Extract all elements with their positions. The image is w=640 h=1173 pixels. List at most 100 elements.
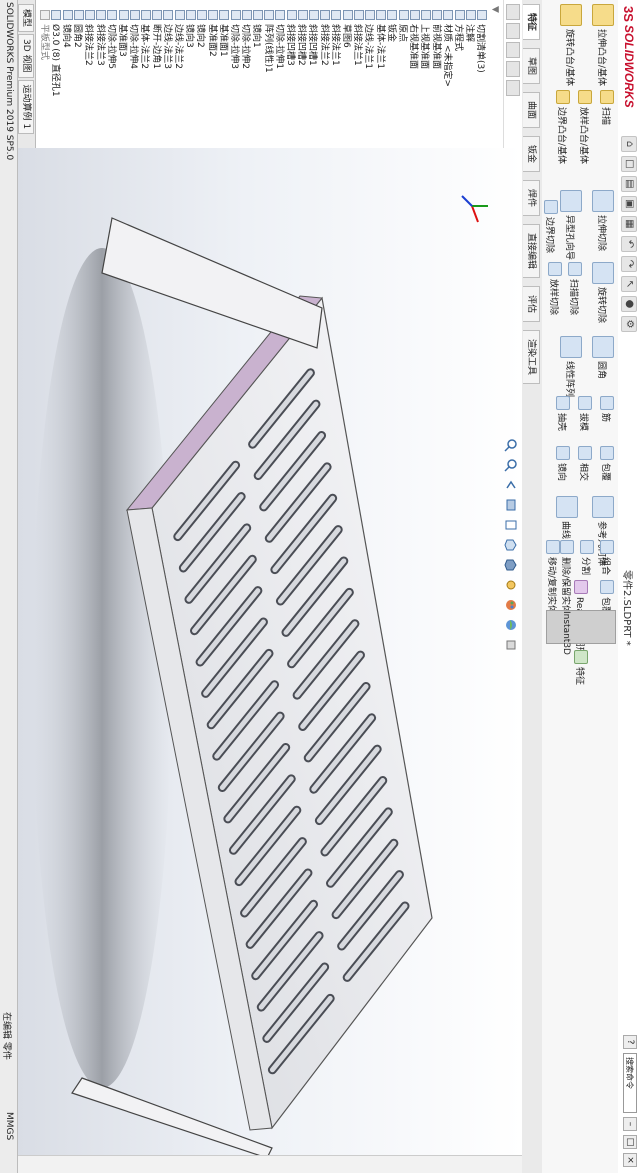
save-icon[interactable]: ▣ bbox=[621, 196, 637, 212]
draft-button[interactable]: 拔模 bbox=[578, 396, 592, 431]
tab-motion-study[interactable]: 运动算例 1 bbox=[18, 79, 34, 135]
intersect-button[interactable]: 相交 bbox=[578, 446, 592, 481]
tab-3d-views[interactable]: 3D 视图 bbox=[18, 34, 34, 78]
tab-sketch[interactable]: 草图 bbox=[523, 48, 540, 85]
tree-node[interactable]: 注解 bbox=[464, 10, 477, 42]
tree-node[interactable]: 镜向3 bbox=[184, 10, 197, 48]
move-copy-body-button[interactable]: 移动/复制实体 bbox=[546, 540, 560, 614]
rebuild-icon[interactable]: ● bbox=[621, 296, 637, 312]
tree-node[interactable]: 切除-拉伸2 bbox=[240, 10, 253, 69]
linear-pattern-button[interactable]: 线性阵列 bbox=[560, 336, 582, 397]
instant3d-button[interactable]: Instant3D bbox=[546, 610, 616, 655]
hole-wizard-button[interactable]: 异型孔向导 bbox=[560, 190, 582, 260]
tree-node[interactable]: 右视基准面 bbox=[408, 10, 421, 69]
tree-node[interactable]: 基准面1 bbox=[218, 10, 230, 57]
graphics-area[interactable]: ⤢ ↻ bbox=[18, 148, 522, 1173]
sweep-button[interactable]: 扫描 bbox=[600, 90, 614, 125]
home-icon[interactable]: ⌂ bbox=[621, 136, 637, 152]
tree-node[interactable]: 斜接凹槽3 bbox=[285, 10, 298, 66]
wrap-button[interactable]: 包覆 bbox=[600, 446, 614, 481]
mirror-button[interactable]: 镜向 bbox=[556, 446, 570, 481]
tab-direct-editing[interactable]: 直接编辑 bbox=[523, 224, 540, 279]
fillet-button[interactable]: 圆角 bbox=[592, 336, 614, 379]
boundary-cut-button[interactable]: 边界切除 bbox=[544, 200, 558, 253]
rib-button[interactable]: 筋 bbox=[600, 396, 614, 422]
tree-node[interactable]: 上视基准面 bbox=[420, 10, 432, 69]
shell-button[interactable]: 抽壳 bbox=[556, 396, 570, 431]
select-icon[interactable]: ↖ bbox=[621, 276, 637, 292]
tree-node[interactable]: 方程式 bbox=[453, 10, 466, 51]
combine-button[interactable]: 组合 bbox=[600, 540, 614, 575]
redo-icon[interactable]: ↷ bbox=[621, 256, 637, 272]
tab-sheet-metal[interactable]: 钣金 bbox=[523, 136, 540, 173]
print-icon[interactable]: ▦ bbox=[621, 216, 637, 232]
tree-node[interactable]: 边线-法兰1 bbox=[364, 10, 376, 69]
minimize-icon[interactable]: – bbox=[623, 1117, 637, 1131]
tree-node[interactable]: 阵列(线性)1 bbox=[263, 10, 275, 73]
tree-node[interactable]: 镜向4 bbox=[61, 10, 74, 48]
tab-model[interactable]: 模型 bbox=[18, 4, 34, 33]
sheet-metal-tray-model[interactable] bbox=[18, 148, 522, 1173]
tree-node[interactable]: 斜接法兰3 bbox=[95, 10, 107, 66]
tree-node[interactable]: 平板型式 bbox=[39, 10, 51, 60]
new-file-icon[interactable]: □ bbox=[621, 156, 637, 172]
tree-node[interactable]: 斜接法兰1 bbox=[352, 10, 365, 66]
extruded-cut-button[interactable]: 拉伸切除 bbox=[592, 190, 614, 251]
tree-node[interactable]: 斜接法兰1 bbox=[330, 10, 342, 66]
tree-node[interactable]: 基准面3 bbox=[117, 10, 130, 57]
curves-button[interactable]: 曲线 bbox=[556, 496, 578, 539]
tree-node[interactable]: 钣金 bbox=[386, 10, 398, 42]
revolve-boss-button[interactable]: 旋转凸台/基体 bbox=[560, 4, 582, 86]
delete-body-button[interactable]: 删除/保留实体 bbox=[560, 540, 574, 614]
undo-icon[interactable]: ↶ bbox=[621, 236, 637, 252]
tree-node[interactable]: 切除-拉伸3 bbox=[229, 10, 242, 69]
swept-cut-button[interactable]: 扫描切除 bbox=[568, 262, 582, 315]
status-units[interactable]: MMGS bbox=[4, 1112, 14, 1140]
tab-evaluate[interactable]: 评估 bbox=[523, 286, 540, 323]
tree-node[interactable]: 镜向1 bbox=[252, 10, 264, 48]
tree-filter-icon[interactable]: ▼ bbox=[490, 6, 500, 13]
tree-node[interactable]: 材质 <未指定> bbox=[442, 10, 454, 87]
tree-node[interactable]: 断开-边角1 bbox=[151, 10, 163, 69]
help-icon[interactable]: ? bbox=[623, 1035, 637, 1049]
extrude-boss-button[interactable]: 拉伸凸台/基体 bbox=[592, 4, 614, 86]
tree-node[interactable]: 切除-拉伸4 bbox=[128, 10, 141, 69]
tab-features[interactable]: 特征 bbox=[523, 4, 540, 41]
tree-node[interactable]: 边线-法兰2 bbox=[173, 10, 186, 69]
feature-manager-tab-icon[interactable] bbox=[506, 4, 520, 20]
lofted-cut-button[interactable]: 放样切除 bbox=[548, 262, 562, 315]
close-icon[interactable]: × bbox=[623, 1153, 637, 1167]
maximize-icon[interactable]: □ bbox=[623, 1135, 637, 1149]
loft-boss-button[interactable]: 放样凸台/基体 bbox=[578, 90, 592, 164]
split-button[interactable]: 分割 bbox=[580, 540, 594, 575]
open-file-icon[interactable]: ▤ bbox=[621, 176, 637, 192]
tree-node[interactable]: 前视基准面 bbox=[431, 10, 443, 69]
tree-node[interactable]: Ø3.0 (8) 直径孔1 bbox=[50, 10, 62, 97]
solidworks-logo[interactable]: 3S SOLIDWORKS bbox=[619, 6, 639, 126]
tab-weldments[interactable]: 焊件 bbox=[523, 180, 540, 217]
tree-node[interactable]: 基体-法兰2 bbox=[140, 10, 152, 69]
tab-render-tools[interactable]: 渲染工具 bbox=[523, 330, 540, 385]
tab-surfaces[interactable]: 曲面 bbox=[523, 92, 540, 129]
tree-node[interactable]: 基准面2 bbox=[207, 10, 219, 57]
tree-node[interactable]: 切除-拉伸5 bbox=[106, 10, 118, 69]
tree-node[interactable]: 草图6 bbox=[341, 10, 354, 48]
tree-node[interactable]: 斜接法兰2 bbox=[319, 10, 331, 66]
search-commands-input[interactable]: 搜索命令 bbox=[623, 1053, 637, 1113]
configuration-manager-tab-icon[interactable] bbox=[506, 42, 520, 58]
feature-scope-button[interactable]: 特征 bbox=[574, 650, 588, 685]
dimxpert-tab-icon[interactable] bbox=[506, 61, 520, 77]
tree-node[interactable]: 斜接法兰2 bbox=[84, 10, 96, 66]
tree-node[interactable]: 切割清单(3) bbox=[476, 10, 488, 73]
tree-node[interactable]: 斜接凹槽1 bbox=[308, 10, 320, 66]
tree-node[interactable]: 斜接凹槽2 bbox=[296, 10, 309, 66]
boundary-boss-button[interactable]: 边界凸台/基体 bbox=[556, 90, 570, 164]
revolved-cut-button[interactable]: 旋转切除 bbox=[592, 262, 614, 323]
tree-node[interactable]: 圆角2 bbox=[72, 10, 85, 48]
tree-node[interactable]: 原点 bbox=[397, 10, 410, 42]
tree-node[interactable]: 镜向2 bbox=[196, 10, 208, 48]
tree-node[interactable]: 切除-拉伸1 bbox=[274, 10, 286, 69]
property-manager-tab-icon[interactable] bbox=[506, 23, 520, 39]
display-manager-tab-icon[interactable] bbox=[506, 80, 520, 96]
tree-node[interactable]: 基体-法兰1 bbox=[375, 10, 387, 69]
